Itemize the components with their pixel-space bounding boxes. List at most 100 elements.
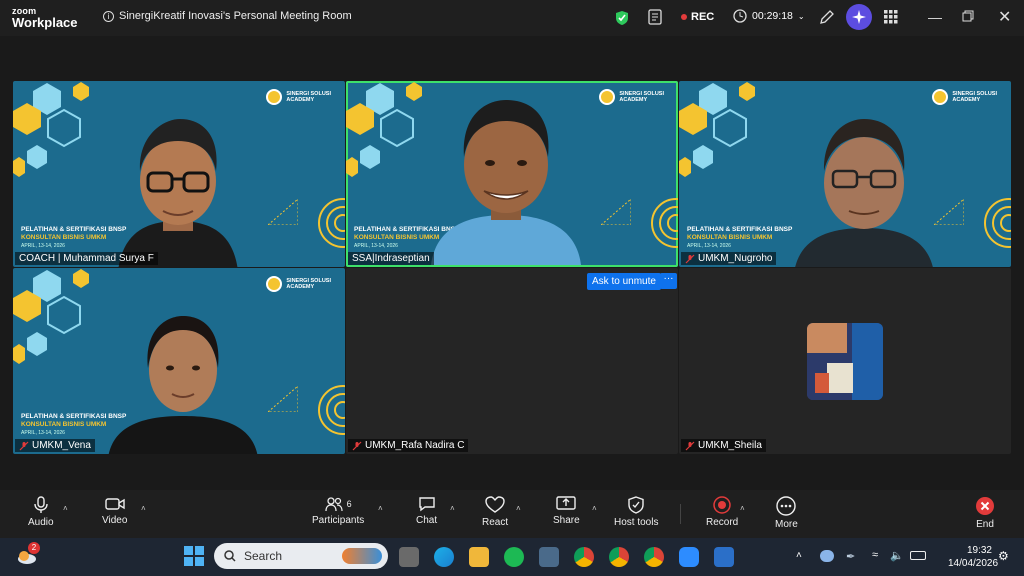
chevron-up-icon[interactable]: ˄ bbox=[63, 504, 68, 513]
participant-tile-nugroho[interactable]: SINERGI SOLUSI ACADEMY PELATIHAN & SERTIF… bbox=[679, 81, 1011, 267]
spotify-icon[interactable] bbox=[504, 547, 524, 567]
cloud-icon[interactable] bbox=[820, 550, 834, 562]
hexagon-decoration bbox=[13, 269, 89, 364]
participants-button[interactable]: 6 Participants bbox=[312, 496, 364, 526]
participant-name-label: UMKM_Nugroho bbox=[698, 253, 773, 264]
mic-muted-icon bbox=[352, 441, 362, 450]
apps-grid-icon[interactable] bbox=[884, 10, 898, 29]
volume-icon[interactable]: 🔈 bbox=[890, 549, 904, 562]
ai-companion-icon[interactable] bbox=[846, 4, 872, 30]
notification-badge: 2 bbox=[28, 542, 40, 554]
clock-icon bbox=[733, 9, 747, 23]
pen-icon[interactable] bbox=[818, 8, 836, 31]
participant-tile-rafa[interactable]: UMKM_Rafa Nadira C bbox=[346, 268, 678, 454]
video-gallery: SINERGI SOLUSI ACADEMY PELATIHAN & SERTIF… bbox=[0, 36, 1024, 490]
participants-icon bbox=[324, 497, 343, 512]
share-label: Share bbox=[553, 515, 580, 526]
rings-decoration bbox=[651, 198, 678, 248]
meeting-toolbar: Audio ˄ Video ˄ 6 Participants ˄ Chat ˄ … bbox=[0, 490, 1024, 538]
share-button[interactable]: Share bbox=[553, 496, 580, 526]
file-explorer-icon[interactable] bbox=[469, 547, 489, 567]
presentation-app-icon[interactable] bbox=[714, 547, 734, 567]
participant-name: UMKM_Rafa Nadira C bbox=[348, 439, 469, 452]
shield-icon[interactable] bbox=[615, 10, 629, 31]
clock-time: 19:32 bbox=[966, 545, 992, 556]
pen-tray-icon[interactable]: ✒ bbox=[846, 550, 855, 563]
record-dot-icon bbox=[681, 14, 687, 20]
audio-button[interactable]: Audio bbox=[28, 496, 54, 528]
chevron-up-icon[interactable]: ˄ bbox=[796, 550, 802, 561]
task-view-icon[interactable] bbox=[399, 547, 419, 567]
more-button[interactable]: More bbox=[775, 496, 798, 530]
chevron-up-icon[interactable]: ˄ bbox=[141, 504, 146, 513]
recording-indicator[interactable]: REC bbox=[681, 11, 714, 23]
participant-tile-ssa[interactable]: SINERGI SOLUSI ACADEMY PELATIHAN & SERTIF… bbox=[346, 81, 678, 267]
event-line2: KONSULTAN BISNIS UMKM bbox=[687, 234, 773, 241]
academy-logo-icon bbox=[266, 89, 283, 105]
academy-brand: SINERGI SOLUSI ACADEMY bbox=[266, 276, 331, 292]
meeting-title: SinergiKreatif Inovasi's Personal Meetin… bbox=[119, 10, 352, 22]
participant-name-label: UMKM_Sheila bbox=[698, 440, 762, 451]
brand-line2: ACADEMY bbox=[286, 284, 315, 290]
edge-icon[interactable] bbox=[434, 547, 454, 567]
ask-to-unmute-button[interactable]: Ask to unmute bbox=[587, 273, 661, 290]
tile-more-options-button[interactable]: ··· bbox=[660, 273, 677, 289]
participant-name-label: SSA|Indraseptian bbox=[352, 253, 430, 264]
participants-label: Participants bbox=[312, 515, 365, 526]
video-button[interactable]: Video bbox=[102, 496, 127, 526]
chat-button[interactable]: Chat bbox=[416, 496, 437, 526]
taskbar-clock[interactable]: 19:32 14/04/2026 bbox=[948, 544, 998, 570]
chrome-profile2-icon[interactable] bbox=[644, 547, 664, 567]
academy-logo-icon bbox=[599, 89, 616, 105]
calculator-icon[interactable] bbox=[539, 547, 559, 567]
chevron-up-icon[interactable]: ˄ bbox=[378, 504, 383, 513]
participant-name-label: UMKM_Rafa Nadira C bbox=[365, 440, 465, 451]
participant-name-label: UMKM_Vena bbox=[32, 440, 91, 451]
video-label: Video bbox=[102, 515, 128, 526]
taskbar-search[interactable]: Search bbox=[214, 543, 388, 569]
chat-label: Chat bbox=[416, 515, 438, 526]
record-button[interactable]: Record bbox=[706, 496, 738, 528]
participant-name-label: COACH | Muhammad Surya F bbox=[19, 253, 154, 264]
wifi-icon[interactable]: ≈ bbox=[872, 549, 878, 561]
meeting-info[interactable]: i SinergiKreatif Inovasi's Personal Meet… bbox=[103, 10, 352, 22]
zoom-app-icon[interactable] bbox=[679, 547, 699, 567]
chevron-down-icon[interactable]: ⌄ bbox=[798, 12, 805, 21]
chevron-up-icon[interactable]: ˄ bbox=[516, 504, 521, 513]
brand-line2: ACADEMY bbox=[619, 97, 648, 103]
participant-name: UMKM_Vena bbox=[15, 439, 95, 452]
brand-line2: ACADEMY bbox=[952, 97, 981, 103]
participant-video-feed bbox=[118, 119, 238, 267]
more-icon bbox=[776, 496, 797, 516]
microphone-icon bbox=[34, 496, 48, 513]
windows-start-icon[interactable] bbox=[184, 546, 204, 571]
react-button[interactable]: React bbox=[482, 496, 508, 528]
restore-icon[interactable] bbox=[962, 9, 974, 25]
event-banner: PELATIHAN & SERTIFIKASI BNSP KONSULTAN B… bbox=[687, 226, 792, 250]
participant-tile-coach[interactable]: SINERGI SOLUSI ACADEMY PELATIHAN & SERTIF… bbox=[13, 81, 345, 267]
participant-tile-vena[interactable]: SINERGI SOLUSI ACADEMY PELATIHAN & SERTIF… bbox=[13, 268, 345, 454]
close-icon[interactable]: ✕ bbox=[998, 7, 1011, 27]
notes-icon[interactable] bbox=[648, 9, 662, 30]
end-button[interactable]: End bbox=[975, 496, 995, 530]
chevron-up-icon[interactable]: ˄ bbox=[592, 504, 597, 513]
chevron-up-icon[interactable]: ˄ bbox=[450, 504, 455, 513]
chrome-profile-icon[interactable] bbox=[609, 547, 629, 567]
weather-widget[interactable]: 2 bbox=[16, 542, 40, 571]
participant-video-feed bbox=[431, 100, 581, 265]
toolbar-divider bbox=[680, 504, 681, 524]
host-tools-button[interactable]: Host tools bbox=[614, 496, 658, 528]
chrome-icon[interactable] bbox=[574, 547, 594, 567]
battery-icon[interactable] bbox=[910, 551, 926, 560]
search-icon bbox=[224, 550, 236, 562]
chevron-up-icon[interactable]: ˄ bbox=[740, 504, 745, 513]
participants-count: 6 bbox=[346, 499, 352, 509]
mic-muted-icon bbox=[19, 441, 29, 450]
minimize-icon[interactable]: — bbox=[928, 9, 942, 25]
participant-name: COACH | Muhammad Surya F bbox=[15, 252, 158, 265]
heart-icon bbox=[485, 496, 505, 513]
participant-video-feed bbox=[795, 119, 933, 267]
notifications-bell-icon[interactable]: ⚙ bbox=[998, 549, 1009, 563]
meeting-timer[interactable]: 00:29:18 ⌄ bbox=[733, 9, 805, 23]
info-icon[interactable]: i bbox=[103, 10, 114, 22]
